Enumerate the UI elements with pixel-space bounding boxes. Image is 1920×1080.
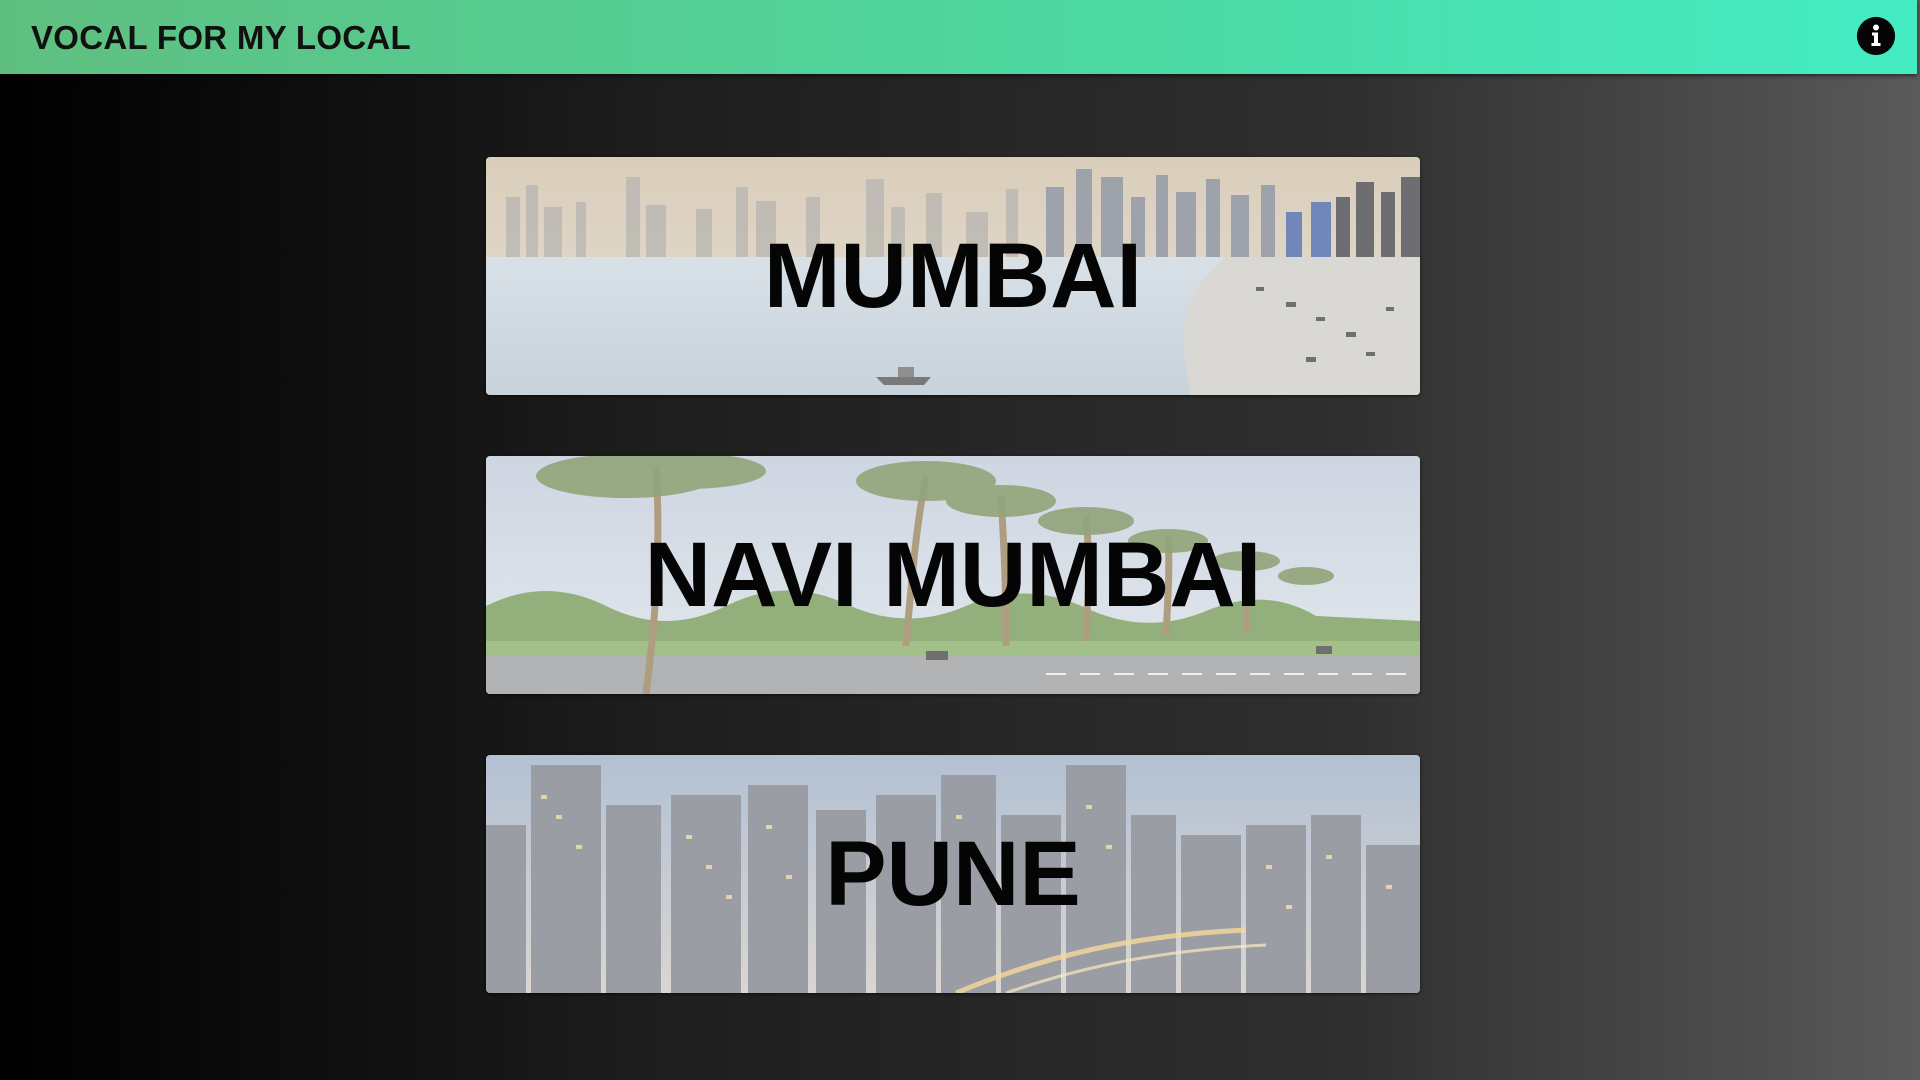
city-label-mumbai: MUMBAI (763, 224, 1143, 327)
app-bar: VOCAL FOR MY LOCAL (0, 0, 1917, 74)
app-title: VOCAL FOR MY LOCAL (31, 19, 412, 56)
city-label-navi-mumbai: NAVI MUMBAI (644, 523, 1262, 626)
city-card-mumbai[interactable]: MUMBAI (486, 157, 1420, 395)
city-card-pune[interactable]: PUNE (486, 755, 1420, 993)
info-icon (1857, 17, 1895, 55)
info-button[interactable] (1857, 17, 1895, 55)
city-label-pune: PUNE (825, 822, 1081, 925)
city-card-navi-mumbai[interactable]: NAVI MUMBAI (486, 456, 1420, 694)
